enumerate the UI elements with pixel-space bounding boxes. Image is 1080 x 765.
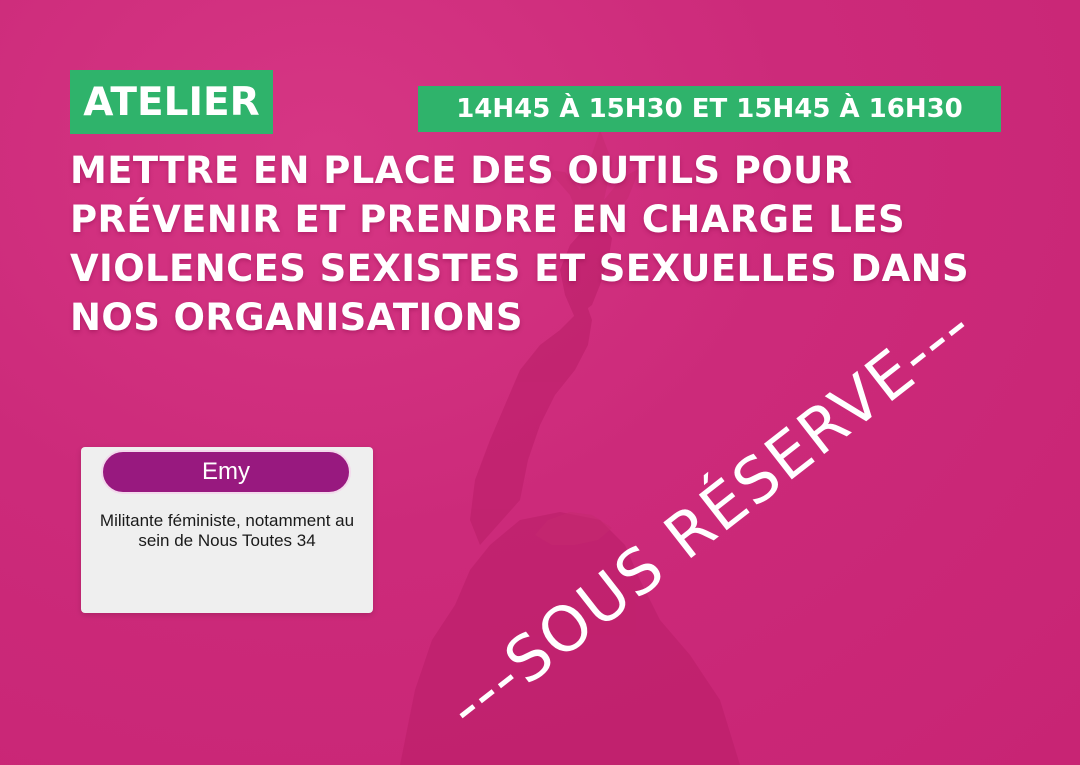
title-line: METTRE EN PLACE DES OUTILS POUR bbox=[70, 149, 853, 192]
title-line: NOS ORGANISATIONS bbox=[70, 296, 523, 339]
speaker-name: Emy bbox=[101, 450, 351, 494]
atelier-tag: ATELIER bbox=[70, 70, 273, 134]
title-line: PRÉVENIR ET PRENDRE EN CHARGE LES bbox=[70, 198, 906, 241]
speaker-card: Emy Militante féministe, notamment au se… bbox=[81, 447, 373, 613]
poster: ATELIER 14H45 À 15H30 ET 15H45 À 16H30 M… bbox=[0, 0, 1080, 765]
workshop-title: METTRE EN PLACE DES OUTILS POUR PRÉVENIR… bbox=[70, 146, 1030, 342]
speaker-description: Militante féministe, notamment au sein d… bbox=[99, 511, 355, 550]
time-slot-tag: 14H45 À 15H30 ET 15H45 À 16H30 bbox=[418, 86, 1001, 132]
title-line: VIOLENCES SEXISTES ET SEXUELLES DANS bbox=[70, 247, 970, 290]
